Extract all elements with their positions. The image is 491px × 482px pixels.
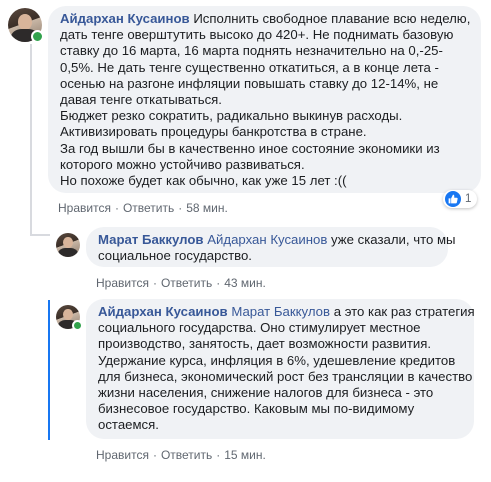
- comment-text: уже сказали, что мы: [331, 232, 456, 247]
- comment-text: а это как раз стратегия: [333, 304, 475, 319]
- thread-connector-line: [30, 234, 50, 236]
- like-button[interactable]: Нравится: [96, 276, 149, 290]
- mention-link[interactable]: Марат Баккулов: [231, 304, 330, 319]
- online-status-indicator: [31, 30, 44, 43]
- comment-text: для бизнеса, экономический рост без тран…: [98, 368, 473, 384]
- comment-text: осенью на разгоне инфляции повышать став…: [60, 75, 439, 91]
- comment-timestamp[interactable]: 43 мин.: [224, 276, 266, 290]
- comment-text: остаемся.: [98, 417, 159, 433]
- like-button[interactable]: Нравится: [96, 448, 149, 462]
- comment-text: бизнесовое государство. Каковым мы по-ви…: [98, 401, 415, 417]
- comment-author-link[interactable]: Марат Баккулов: [98, 232, 204, 247]
- comment-text: давая тенге откатываться.: [60, 92, 222, 108]
- comment-actions: Нравится · Ответить · 58 мин.: [58, 201, 228, 215]
- reply-button[interactable]: Ответить: [161, 448, 212, 462]
- like-button[interactable]: Нравится: [58, 201, 111, 215]
- reply-button[interactable]: Ответить: [161, 276, 212, 290]
- comment-thread: Айдархан Кусаинов Исполнить свободное пл…: [0, 0, 491, 482]
- comment-bubble: Марат Баккулов Айдархан Кусаинов уже ска…: [86, 227, 456, 267]
- comment-actions: Нравится · Ответить · 15 мин.: [96, 448, 266, 462]
- comment-text: дать тенге оверштутить высоко до 420+. Н…: [60, 27, 454, 43]
- comment-text: Удержание курса, инфляция в 6%, удешевле…: [98, 352, 456, 368]
- like-icon: [445, 191, 461, 207]
- thread-connector-line-active: [48, 300, 50, 440]
- comment-bubble: Айдархан Кусаинов Марат Баккулов а это к…: [86, 299, 475, 439]
- mention-link[interactable]: Айдархан Кусаинов: [207, 232, 327, 247]
- comment-author-link[interactable]: Айдархан Кусаинов: [98, 304, 228, 319]
- avatar[interactable]: [56, 233, 80, 257]
- comment-text: ставку до 16 марта, 16 марта поднять нез…: [60, 43, 443, 59]
- online-status-indicator: [72, 320, 83, 331]
- comment-text: Бюджет резко сократить, радикально выкин…: [60, 108, 403, 124]
- thread-connector-line: [30, 44, 32, 234]
- comment-text: производство, занятость, дает возможност…: [98, 336, 432, 352]
- comment-text: Исполнить свободное плавание всю неделю,: [193, 11, 471, 26]
- comment-text: социальное государство.: [98, 248, 252, 264]
- reaction-count-badge[interactable]: 1: [443, 190, 478, 208]
- comment-text: Активизировать процедуры банкротства в с…: [60, 124, 367, 140]
- comment-text: Но похоже будет как обычно, как уже 15 л…: [60, 173, 347, 189]
- comment-timestamp[interactable]: 58 мин.: [186, 201, 228, 215]
- comment-author-link[interactable]: Айдархан Кусаинов: [60, 11, 190, 26]
- comment-actions: Нравится · Ответить · 43 мин.: [96, 276, 266, 290]
- reaction-count: 1: [465, 193, 472, 205]
- reply-button[interactable]: Ответить: [123, 201, 174, 215]
- comment-text: социального государства. Оно стимулирует…: [98, 320, 421, 336]
- comment-text: жизни населения, снижение налогов для би…: [98, 385, 434, 401]
- comment-text: За год вышли бы в качественно иное состо…: [60, 140, 440, 156]
- comment-text: которого можно устойчиво развиваться.: [60, 156, 305, 172]
- comment-bubble: Айдархан Кусаинов Исполнить свободное пл…: [48, 6, 481, 193]
- comment-text: 0,5%. Не дать тенге существенно откатить…: [60, 59, 439, 75]
- comment-timestamp[interactable]: 15 мин.: [224, 448, 266, 462]
